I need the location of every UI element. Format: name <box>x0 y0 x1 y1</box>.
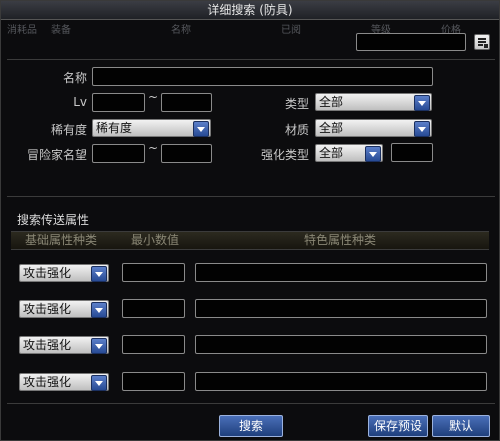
top-divider <box>7 59 495 60</box>
rarity-label: 稀有度 <box>50 123 87 137</box>
bg-header-name: 名称 <box>171 25 191 36</box>
name-label: 名称 <box>62 71 87 85</box>
material-select[interactable]: 全部 <box>315 119 432 137</box>
adventurer-tilde: ~ <box>147 141 159 155</box>
window-title: 详细搜索 (防具) <box>1 1 499 20</box>
name-input[interactable] <box>92 67 433 86</box>
attribute-type-value: 攻击强化 <box>23 375 72 389</box>
adventurer-min-input[interactable] <box>92 144 145 163</box>
chevron-down-icon <box>91 338 107 354</box>
min-value-input[interactable] <box>122 299 185 318</box>
section-title: 搜索传送属性 <box>17 213 90 227</box>
lv-label: Lv <box>73 95 87 109</box>
enhance-value-input[interactable] <box>391 143 433 162</box>
save-preset-button[interactable]: 保存预设 <box>368 415 428 437</box>
attribute-type-value: 攻击强化 <box>23 302 72 316</box>
attribute-type-select[interactable]: 攻击强化 <box>19 336 109 354</box>
bottom-divider <box>7 403 495 404</box>
chevron-down-icon <box>91 302 107 318</box>
chevron-down-icon <box>91 375 107 391</box>
chevron-down-icon <box>193 121 209 137</box>
special-attribute-input[interactable] <box>195 299 487 318</box>
type-select[interactable]: 全部 <box>315 93 432 111</box>
enhance-type-select[interactable]: 全部 <box>315 144 383 162</box>
mid-divider <box>7 196 495 197</box>
type-label: 类型 <box>284 97 309 111</box>
attribute-type-select[interactable]: 攻击强化 <box>19 373 109 391</box>
column-header: 基础属性种类 <box>25 233 98 247</box>
column-header: 特色属性种类 <box>304 233 377 247</box>
type-select-value: 全部 <box>319 95 344 109</box>
attribute-type-value: 攻击强化 <box>23 266 72 280</box>
bg-header-equip: 装备 <box>51 25 71 36</box>
rarity-select[interactable]: 稀有度 <box>92 119 211 137</box>
special-attribute-input[interactable] <box>195 335 487 354</box>
adventurer-max-input[interactable] <box>161 144 212 163</box>
lv-max-input[interactable] <box>161 93 212 112</box>
attribute-table-header: 基础属性种类 最小数值 特色属性种类 <box>11 231 489 250</box>
material-select-value: 全部 <box>319 121 344 135</box>
min-value-input[interactable] <box>122 335 185 354</box>
rarity-select-value: 稀有度 <box>96 121 133 135</box>
chevron-down-icon <box>91 266 107 282</box>
min-value-input[interactable] <box>122 263 185 282</box>
lv-min-input[interactable] <box>92 93 145 112</box>
bg-header-read: 已阅 <box>281 25 301 36</box>
filter-list-icon[interactable] <box>474 34 490 50</box>
min-value-input[interactable] <box>122 372 185 391</box>
special-attribute-input[interactable] <box>195 263 487 282</box>
attribute-type-value: 攻击强化 <box>23 338 72 352</box>
enhance-type-label: 强化类型 <box>260 148 309 162</box>
search-window: 详细搜索 (防具) 消耗品 装备 名称 已阅 等级 价格 名称 Lv ~ 类型 … <box>0 0 500 441</box>
attribute-type-select[interactable]: 攻击强化 <box>19 264 109 282</box>
top-search-input[interactable] <box>356 33 466 51</box>
default-button[interactable]: 默认 <box>432 415 490 437</box>
enhance-type-select-value: 全部 <box>319 146 344 160</box>
column-header: 最小数值 <box>131 233 180 247</box>
attribute-type-select[interactable]: 攻击强化 <box>19 300 109 318</box>
special-attribute-input[interactable] <box>195 372 487 391</box>
lv-tilde: ~ <box>147 90 159 104</box>
bg-header-consumable: 消耗品 <box>7 25 37 36</box>
chevron-down-icon <box>365 146 381 162</box>
chevron-down-icon <box>414 95 430 111</box>
chevron-down-icon <box>414 121 430 137</box>
search-button[interactable]: 搜索 <box>219 415 283 437</box>
material-label: 材质 <box>284 123 309 137</box>
adventurer-label: 冒险家名望 <box>26 148 87 162</box>
